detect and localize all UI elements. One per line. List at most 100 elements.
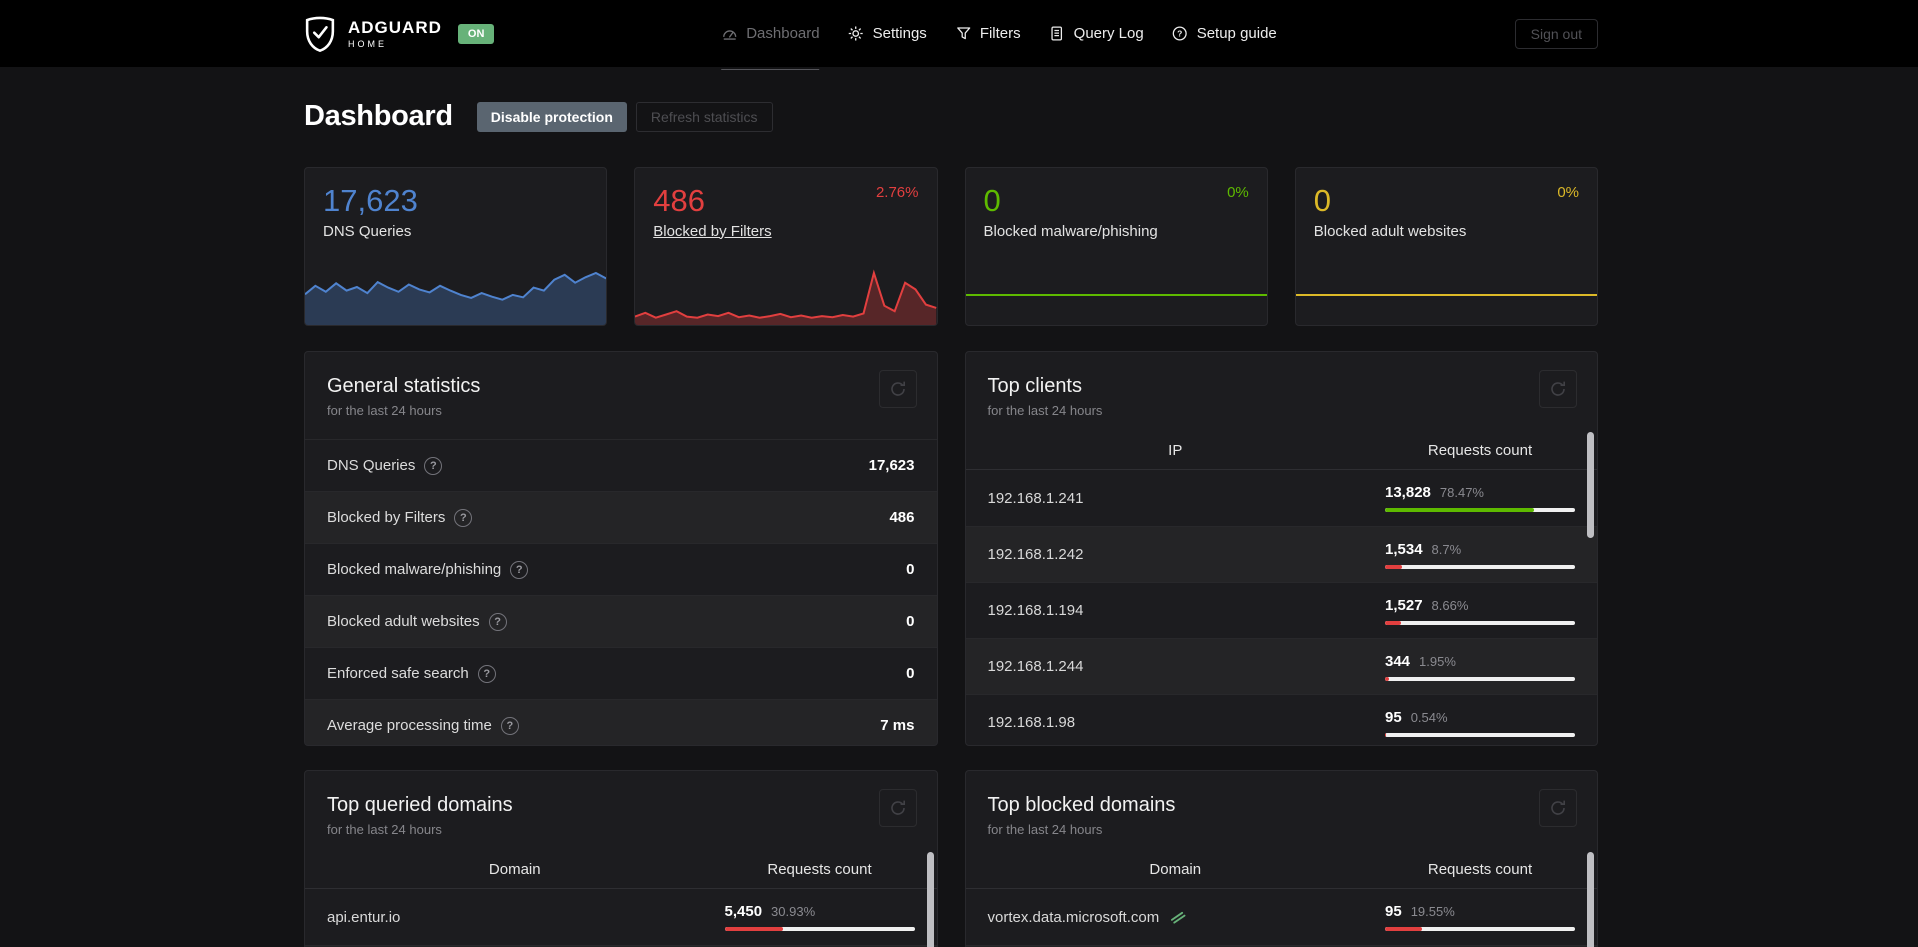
- table-header: IP Requests count: [965, 432, 1597, 470]
- table-row: 192.168.1.98 95 0.54%: [965, 694, 1597, 745]
- table-row: Blocked malware/phishing? 0: [305, 543, 937, 595]
- progress-bar-fill: [1385, 927, 1423, 931]
- row-label: Blocked by Filters: [327, 509, 446, 526]
- row-value: 7 ms: [880, 717, 915, 734]
- help-icon[interactable]: ?: [500, 716, 519, 735]
- request-count: 95: [1385, 708, 1402, 726]
- title-row: Dashboard Disable protection Refresh sta…: [304, 100, 1598, 133]
- request-percent: 78.47%: [1439, 485, 1484, 500]
- blocked-by-filters-card: 486 Blocked by Filters 2.76%: [634, 167, 938, 326]
- card-head: Top blocked domains for the last 24 hour…: [966, 771, 1598, 839]
- card-subtitle: for the last 24 hours: [987, 822, 1103, 837]
- help-icon[interactable]: ?: [424, 456, 443, 475]
- requests-cell: 95 19.55%: [1385, 903, 1575, 931]
- dns-queries-value: 17,623: [323, 183, 418, 218]
- blocked-adult-percent: 0%: [1557, 184, 1579, 201]
- row-label: Average processing time: [327, 717, 492, 734]
- card-subtitle: for the last 24 hours: [987, 403, 1103, 418]
- gear-icon: [849, 26, 864, 41]
- blocked-adult-sparkline: [1295, 294, 1597, 296]
- dashboard-page: Dashboard Disable protection Refresh sta…: [304, 67, 1598, 947]
- progress-bar-fill: [1385, 732, 1387, 737]
- refresh-card-button[interactable]: [878, 789, 917, 827]
- help-icon[interactable]: ?: [454, 508, 473, 527]
- row-label-wrap: Blocked by Filters?: [327, 508, 473, 527]
- card-subtitle: for the last 24 hours: [327, 403, 442, 418]
- card-title: Top queried domains: [327, 794, 513, 816]
- nav-item-setup-guide[interactable]: ? Setup guide: [1172, 0, 1277, 67]
- request-percent: 8.66%: [1431, 597, 1469, 613]
- query-log-icon: [1051, 26, 1063, 41]
- refresh-icon: [1551, 381, 1565, 396]
- progress-bar: [1385, 508, 1575, 512]
- scrollbar-thumb[interactable]: [926, 852, 934, 947]
- progress-bar-fill: [1385, 676, 1389, 681]
- help-icon[interactable]: ?: [477, 664, 496, 683]
- requests-cell: 344 1.95%: [1385, 653, 1575, 681]
- nav-item-settings[interactable]: Settings: [848, 0, 927, 67]
- disable-protection-button[interactable]: Disable protection: [476, 101, 627, 132]
- progress-bar: [1385, 564, 1575, 569]
- refresh-card-button[interactable]: [1539, 789, 1577, 827]
- refresh-card-button[interactable]: [1539, 370, 1577, 408]
- tracker-check-icon[interactable]: [1169, 910, 1186, 925]
- row-value: 17,623: [868, 457, 915, 474]
- progress-bar-fill: [724, 927, 784, 931]
- blocked-filters-sparkline: [635, 269, 937, 325]
- column-header-requests[interactable]: Requests count: [725, 861, 915, 878]
- scrollbar-thumb[interactable]: [1587, 852, 1594, 947]
- nav-label: Query Log: [1073, 25, 1144, 42]
- refresh-statistics-button[interactable]: Refresh statistics: [635, 101, 773, 132]
- domain-name: api.entur.io: [327, 908, 401, 926]
- column-header-requests[interactable]: Requests count: [1385, 861, 1575, 878]
- refresh-icon: [890, 800, 905, 815]
- table-row: 192.168.1.241 13,828 78.47%: [966, 470, 1598, 526]
- nav-item-filters[interactable]: Filters: [955, 0, 1021, 67]
- request-percent: 1.95%: [1419, 653, 1456, 669]
- blocked-malware-value: 0: [983, 183, 1001, 218]
- blocked-filters-link[interactable]: Blocked by Filters: [653, 223, 936, 240]
- refresh-card-button[interactable]: [878, 370, 917, 408]
- top-blocked-domains-card: Top blocked domains for the last 24 hour…: [964, 770, 1598, 947]
- row-value: 486: [889, 509, 915, 526]
- column-header-domain[interactable]: Domain: [966, 861, 1386, 878]
- dns-queries-label: DNS Queries: [323, 222, 412, 240]
- page-title: Dashboard: [304, 100, 453, 132]
- table-row: Blocked by Filters? 486: [305, 491, 937, 543]
- client-ip: 192.168.1.98: [987, 714, 1076, 731]
- domain-name: vortex.data.microsoft.com: [987, 908, 1160, 926]
- progress-bar-fill: [1385, 620, 1402, 625]
- row-label: Blocked malware/phishing: [327, 561, 502, 578]
- help-icon[interactable]: ?: [510, 560, 529, 579]
- row-label-wrap: Enforced safe search?: [327, 664, 496, 683]
- progress-bar: [1385, 732, 1575, 737]
- nav-item-dashboard[interactable]: Dashboard: [721, 0, 821, 70]
- top-queried-table: api.entur.io 5,450 30.93%: [305, 889, 937, 947]
- card-head: General statistics for the last 24 hours: [305, 352, 937, 420]
- blocked-adult-card: 0 Blocked adult websites 0%: [1294, 167, 1598, 326]
- card-title: Top clients: [987, 375, 1083, 397]
- table-row: Blocked adult websites? 0: [305, 595, 937, 647]
- domain-cell: vortex.data.microsoft.com: [988, 909, 1386, 926]
- nav-item-query-log[interactable]: Query Log: [1049, 0, 1144, 67]
- column-header-requests[interactable]: Requests count: [1385, 442, 1575, 459]
- column-header-domain[interactable]: Domain: [305, 861, 725, 878]
- scrollbar-thumb[interactable]: [1587, 432, 1594, 538]
- help-icon[interactable]: ?: [488, 612, 507, 631]
- blocked-adult-value: 0: [1313, 183, 1331, 218]
- help-circle-icon: ?: [1173, 26, 1188, 41]
- column-header-ip[interactable]: IP: [966, 442, 1386, 459]
- table-row: 192.168.1.194 1,527 8.66%: [965, 582, 1597, 638]
- refresh-icon: [1551, 800, 1565, 815]
- request-percent: 19.55%: [1410, 904, 1455, 919]
- card-head: Top queried domains for the last 24 hour…: [305, 771, 937, 839]
- top-queried-domains-card: Top queried domains for the last 24 hour…: [304, 770, 938, 947]
- requests-cell: 1,527 8.66%: [1385, 597, 1575, 625]
- request-count: 1,527: [1385, 596, 1423, 614]
- table-header: Domain Requests count: [305, 851, 937, 889]
- top-clients-card: Top clients for the last 24 hours IP Req…: [964, 351, 1598, 746]
- svg-text:?: ?: [1178, 29, 1183, 39]
- brand[interactable]: ADGUARD HOME ON: [304, 16, 495, 52]
- progress-bar: [1385, 676, 1575, 681]
- sign-out-button[interactable]: Sign out: [1514, 18, 1598, 49]
